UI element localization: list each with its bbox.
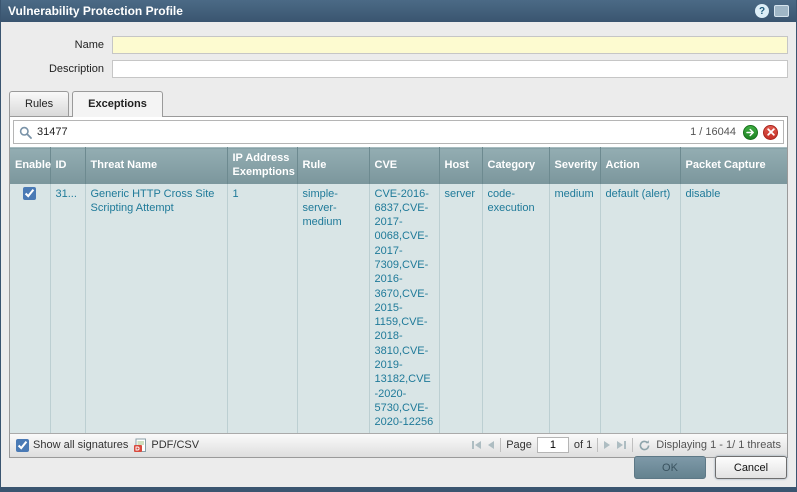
packet-capture-cell: disable xyxy=(680,184,787,433)
column-header-action[interactable]: Action xyxy=(600,148,680,184)
column-header-rule[interactable]: Rule xyxy=(297,148,369,184)
search-icon xyxy=(19,126,32,139)
host-cell: server xyxy=(439,184,482,433)
exceptions-panel: 1 / 16044 Enable ID Threat Name IP Addre… xyxy=(9,116,788,458)
window-icon[interactable] xyxy=(774,5,789,17)
grid-footer: Show all signatures PDF/CSV xyxy=(10,433,787,457)
column-header-threat-name[interactable]: Threat Name xyxy=(85,148,227,184)
search-input[interactable] xyxy=(37,123,685,141)
column-header-packet-capture[interactable]: Packet Capture xyxy=(680,148,787,184)
help-icon[interactable]: ? xyxy=(755,4,769,18)
last-page-button[interactable] xyxy=(616,440,627,450)
tab-bar: Rules Exceptions xyxy=(9,91,788,116)
dialog-buttons: OK Cancel xyxy=(634,456,787,479)
tab-rules[interactable]: Rules xyxy=(9,91,69,116)
column-header-id[interactable]: ID xyxy=(50,148,85,184)
next-page-button[interactable] xyxy=(603,440,611,450)
search-bar: 1 / 16044 xyxy=(13,120,784,144)
column-header-category[interactable]: Category xyxy=(482,148,549,184)
pagination: Page of 1 Displaying 1 - 1/ 1 threats xyxy=(471,437,781,453)
tab-exceptions[interactable]: Exceptions xyxy=(72,91,163,117)
enable-checkbox[interactable] xyxy=(23,187,36,200)
search-go-button[interactable] xyxy=(743,125,758,140)
rule-cell: simple-server-medium xyxy=(297,184,369,433)
name-label: Name xyxy=(9,39,112,51)
ok-button[interactable]: OK xyxy=(634,456,706,479)
id-cell: 31... xyxy=(50,184,85,433)
pdf-csv-button[interactable]: PDF/CSV xyxy=(133,438,199,453)
description-input[interactable] xyxy=(112,60,788,78)
window-bottom-edge xyxy=(1,487,796,492)
exceptions-table: Enable ID Threat Name IP Address Exempti… xyxy=(10,147,787,433)
enable-cell xyxy=(10,184,50,433)
prev-page-button[interactable] xyxy=(487,440,495,450)
threat-name-cell[interactable]: Generic HTTP Cross Site Scripting Attemp… xyxy=(85,184,227,433)
search-result-count: 1 / 16044 xyxy=(690,126,736,138)
cancel-button[interactable]: Cancel xyxy=(715,456,787,479)
column-header-enable[interactable]: Enable xyxy=(10,148,50,184)
dialog-title: Vulnerability Protection Profile xyxy=(8,4,183,18)
page-of-label: of 1 xyxy=(574,439,592,451)
description-label: Description xyxy=(9,63,112,75)
show-all-signatures-label: Show all signatures xyxy=(33,439,128,451)
profile-form: Name Description xyxy=(1,22,796,78)
page-input[interactable] xyxy=(537,437,569,453)
show-all-signatures-checkbox[interactable] xyxy=(16,439,29,452)
severity-cell: medium xyxy=(549,184,600,433)
action-cell: default (alert) xyxy=(600,184,680,433)
first-page-button[interactable] xyxy=(471,440,482,450)
name-input[interactable] xyxy=(112,36,788,54)
titlebar: Vulnerability Protection Profile ? xyxy=(1,0,796,22)
pdf-csv-label: PDF/CSV xyxy=(151,439,199,451)
ip-exemptions-cell: 1 xyxy=(227,184,297,433)
category-cell: code-execution xyxy=(482,184,549,433)
table-row: 31... Generic HTTP Cross Site Scripting … xyxy=(10,184,787,433)
cve-cell: CVE-2016-6837,CVE-2017-0068,CVE-2017-730… xyxy=(369,184,439,433)
column-header-ip-address-exemptions[interactable]: IP Address Exemptions xyxy=(227,148,297,184)
table-header-row: Enable ID Threat Name IP Address Exempti… xyxy=(10,148,787,184)
refresh-icon[interactable] xyxy=(638,439,651,452)
column-header-cve[interactable]: CVE xyxy=(369,148,439,184)
column-header-host[interactable]: Host xyxy=(439,148,482,184)
displaying-status: Displaying 1 - 1/ 1 threats xyxy=(656,439,781,451)
vulnerability-protection-profile-dialog: Vulnerability Protection Profile ? Name … xyxy=(0,0,797,492)
pdf-csv-icon xyxy=(133,438,147,453)
column-header-severity[interactable]: Severity xyxy=(549,148,600,184)
search-clear-button[interactable] xyxy=(763,125,778,140)
page-label: Page xyxy=(506,439,532,451)
